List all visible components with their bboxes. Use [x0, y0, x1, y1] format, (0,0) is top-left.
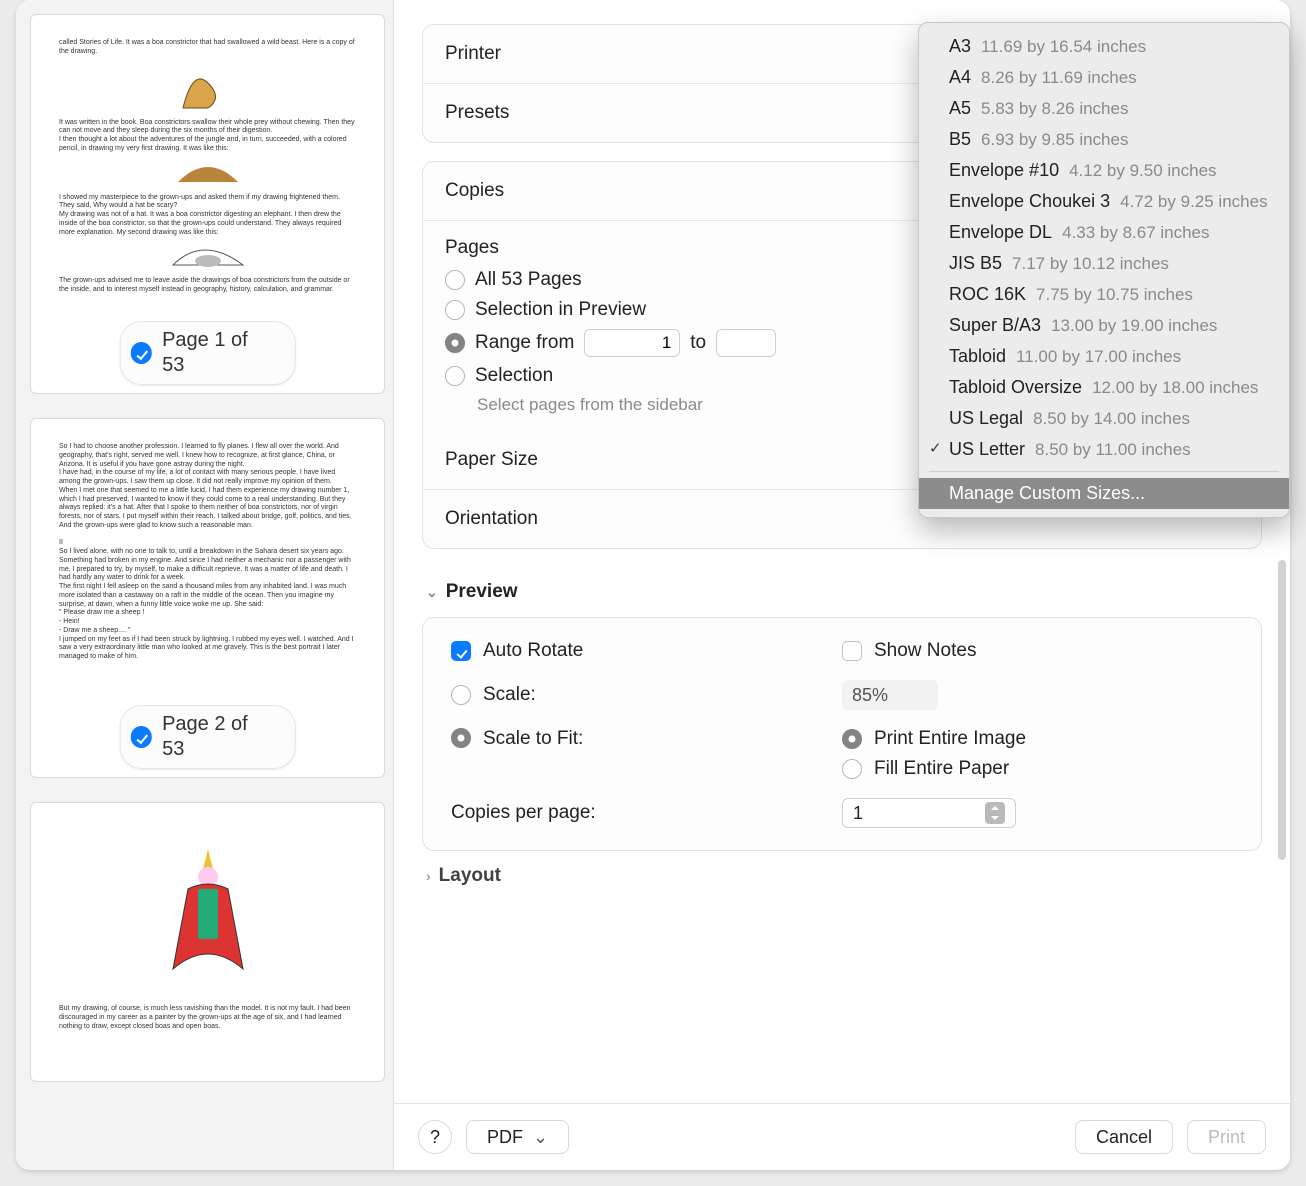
paper-size-name: JIS B5 [949, 253, 1002, 274]
illustration-elephant-icon [168, 243, 248, 271]
paper-size-option[interactable]: Envelope DL 4.33 by 8.67 inches [919, 217, 1289, 248]
paper-size-name: A5 [949, 98, 971, 119]
scale-to-fit-radio[interactable] [451, 728, 471, 748]
radio-icon [445, 366, 465, 386]
paper-size-name: Tabloid [949, 346, 1006, 367]
preview-disclosure[interactable]: ⌄ Preview [422, 567, 1262, 617]
paper-size-name: A4 [949, 67, 971, 88]
paper-size-name: Envelope #10 [949, 160, 1059, 181]
paper-size-option[interactable]: US Legal 8.50 by 14.00 inches [919, 403, 1289, 434]
paper-size-dimensions: 11.69 by 16.54 inches [981, 37, 1146, 57]
illustration-hat-icon [173, 160, 243, 188]
auto-rotate-checkbox[interactable] [451, 641, 471, 661]
paper-size-name: B5 [949, 129, 971, 150]
paper-size-name: Super B/A3 [949, 315, 1041, 336]
layout-disclosure[interactable]: › Layout [422, 851, 1262, 901]
paper-size-option[interactable]: Envelope #10 4.12 by 9.50 inches [919, 155, 1289, 186]
paper-size-option[interactable]: JIS B5 7.17 by 10.12 inches [919, 248, 1289, 279]
thumbnail-text: It was written in the book. Boa constric… [59, 119, 356, 154]
copies-per-page-select[interactable]: 1 [842, 798, 1016, 828]
paper-size-dimensions: 4.12 by 9.50 inches [1069, 161, 1216, 181]
paper-size-name: US Letter [949, 439, 1025, 460]
paper-size-name: A3 [949, 36, 971, 57]
thumbnail-text: But my drawing, of course, is much less … [59, 1005, 356, 1031]
radio-icon [445, 300, 465, 320]
range-from-input[interactable] [584, 329, 680, 357]
print-entire-image-radio[interactable] [842, 729, 862, 749]
page-label: Page 2 of 53 [162, 712, 275, 762]
paper-size-option[interactable]: A5 5.83 by 8.26 inches [919, 93, 1289, 124]
check-icon [130, 726, 152, 748]
thumbnail-text: called Stories of Life. It was a boa con… [59, 39, 356, 57]
paper-size-option[interactable]: Super B/A3 13.00 by 19.00 inches [919, 310, 1289, 341]
range-to-input[interactable] [716, 329, 776, 357]
radio-icon [445, 333, 465, 353]
show-notes-checkbox[interactable] [842, 641, 862, 661]
page-indicator[interactable]: Page 1 of 53 [119, 321, 296, 385]
paper-size-dimensions: 8.26 by 11.69 inches [981, 68, 1137, 88]
paper-size-name: Tabloid Oversize [949, 377, 1082, 398]
paper-size-name: US Legal [949, 408, 1023, 429]
paper-size-menu[interactable]: A3 11.69 by 16.54 inches A4 8.26 by 11.69 i… [918, 22, 1290, 518]
paper-size-dimensions: 4.33 by 8.67 inches [1062, 223, 1209, 243]
check-icon [130, 342, 152, 364]
paper-size-dimensions: 13.00 by 19.00 inches [1051, 316, 1217, 336]
paper-size-dimensions: 8.50 by 14.00 inches [1033, 409, 1190, 429]
paper-size-option[interactable]: Envelope Choukei 3 4.72 by 9.25 inches [919, 186, 1289, 217]
stepper-icon [985, 802, 1005, 824]
thumbnail-text: I showed my masterpiece to the grown-ups… [59, 194, 356, 238]
manage-custom-sizes-option[interactable]: Manage Custom Sizes... [919, 478, 1289, 509]
paper-size-name: Envelope DL [949, 222, 1052, 243]
print-button[interactable]: Print [1187, 1120, 1266, 1154]
page-thumbnail-sidebar[interactable]: called Stories of Life. It was a boa con… [16, 0, 394, 1170]
paper-size-dimensions: 7.17 by 10.12 inches [1012, 254, 1169, 274]
paper-size-option[interactable]: Tabloid 11.00 by 17.00 inches [919, 341, 1289, 372]
illustration-snake-icon [173, 63, 243, 113]
cancel-button[interactable]: Cancel [1075, 1120, 1173, 1154]
page-indicator[interactable]: Page 2 of 53 [119, 705, 296, 769]
paper-size-option[interactable]: A4 8.26 by 11.69 inches [919, 62, 1289, 93]
paper-size-option[interactable]: Tabloid Oversize 12.00 by 18.00 inches [919, 372, 1289, 403]
page-thumbnail[interactable]: called Stories of Life. It was a boa con… [30, 14, 385, 394]
illustration-prince-icon [148, 839, 268, 999]
chevron-right-icon: › [426, 868, 431, 884]
page-label: Page 1 of 53 [162, 328, 275, 378]
paper-size-dimensions: 4.72 by 9.25 inches [1120, 192, 1267, 212]
page-thumbnail[interactable]: But my drawing, of course, is much less … [30, 802, 385, 1082]
chevron-down-icon: ⌄ [533, 1127, 548, 1148]
paper-size-dimensions: 11.00 by 17.00 inches [1016, 347, 1181, 367]
scale-radio[interactable] [451, 685, 471, 705]
paper-size-option[interactable]: A3 11.69 by 16.54 inches [919, 31, 1289, 62]
menu-separator [929, 471, 1279, 472]
paper-size-option[interactable]: US Letter 8.50 by 11.00 inches [919, 434, 1289, 465]
preview-section: Auto Rotate Show Notes Scale: [422, 617, 1262, 851]
paper-size-dimensions: 6.93 by 9.85 inches [981, 130, 1128, 150]
dialog-footer: ? PDF ⌄ Cancel Print [394, 1103, 1290, 1170]
paper-size-dimensions: 12.00 by 18.00 inches [1092, 378, 1258, 398]
scale-input[interactable] [842, 680, 938, 710]
paper-size-dimensions: 8.50 by 11.00 inches [1035, 440, 1191, 460]
chevron-down-icon: ⌄ [426, 584, 438, 601]
paper-size-option[interactable]: ROC 16K 7.75 by 10.75 inches [919, 279, 1289, 310]
paper-size-dimensions: 7.75 by 10.75 inches [1036, 285, 1193, 305]
paper-size-name: ROC 16K [949, 284, 1026, 305]
paper-size-dimensions: 5.83 by 8.26 inches [981, 99, 1128, 119]
help-button[interactable]: ? [418, 1120, 452, 1154]
paper-size-name: Envelope Choukei 3 [949, 191, 1110, 212]
page-thumbnail[interactable]: So I had to choose another profession. I… [30, 418, 385, 778]
thumbnail-text: The grown-ups advised me to leave aside … [59, 277, 356, 295]
thumbnail-text: So I had to choose another profession. I… [59, 443, 356, 662]
radio-icon [445, 270, 465, 290]
paper-size-option[interactable]: B5 6.93 by 9.85 inches [919, 124, 1289, 155]
pdf-dropdown-button[interactable]: PDF ⌄ [466, 1120, 569, 1154]
fill-entire-paper-radio[interactable] [842, 759, 862, 779]
